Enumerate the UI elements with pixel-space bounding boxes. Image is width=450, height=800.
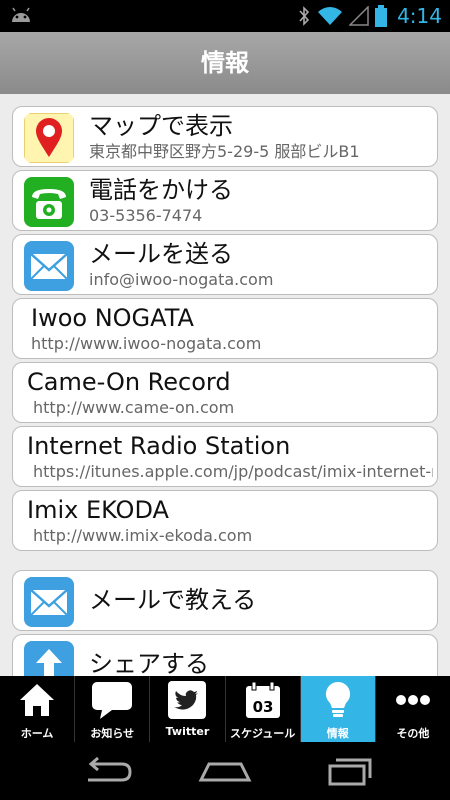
item-title: シェアする xyxy=(89,650,209,676)
item-subtitle: info@iwoo-nogata.com xyxy=(89,270,274,289)
status-bar: 4:14 xyxy=(0,0,450,32)
tab-more[interactable]: その他 xyxy=(376,676,450,742)
wifi-icon xyxy=(318,7,343,25)
item-title: メールで教える xyxy=(89,586,257,614)
tab-home[interactable]: ホーム xyxy=(0,676,76,742)
item-title: マップで表示 xyxy=(89,112,233,140)
tab-news[interactable]: お知らせ xyxy=(75,676,151,742)
item-title: メールを送る xyxy=(89,240,233,268)
mail-icon xyxy=(24,241,74,291)
item-subtitle: http://www.came-on.com xyxy=(33,398,235,417)
speech-bubble-icon xyxy=(90,680,134,720)
mail-icon xyxy=(24,577,74,627)
phone-icon xyxy=(24,177,74,227)
home-icon xyxy=(15,680,59,720)
bluetooth-icon xyxy=(299,6,310,26)
list-item-internet-radio[interactable]: Internet Radio Station https://itunes.ap… xyxy=(12,426,438,487)
list-item-share[interactable]: シェアする xyxy=(12,634,438,676)
map-pin-icon xyxy=(24,113,74,163)
item-subtitle: http://www.imix-ekoda.com xyxy=(33,526,253,545)
calendar-badge: 03 xyxy=(252,698,273,716)
recent-apps-icon[interactable] xyxy=(320,754,380,788)
action-bar: 情報 xyxy=(0,32,450,94)
item-title: Came-On Record xyxy=(27,368,231,396)
tab-label: その他 xyxy=(396,727,430,740)
tab-label: 情報 xyxy=(326,727,349,740)
lightbulb-icon xyxy=(316,680,360,720)
list-item-imix-ekoda[interactable]: Imix EKODA http://www.imix-ekoda.com xyxy=(12,490,438,551)
list-item-iwoo-nogata[interactable]: Iwoo NOGATA http://www.iwoo-nogata.com xyxy=(12,298,438,359)
item-title: Imix EKODA xyxy=(27,496,169,524)
status-clock: 4:14 xyxy=(397,4,442,28)
tab-label: スケジュール xyxy=(229,727,296,740)
item-title: Internet Radio Station xyxy=(27,432,291,460)
calendar-icon: 03 xyxy=(241,680,285,720)
list-item-map[interactable]: マップで表示 東京都中野区野方5-29-5 服部ビルB1 xyxy=(12,106,438,167)
tab-label: Twitter xyxy=(165,725,210,738)
item-subtitle: http://www.iwoo-nogata.com xyxy=(31,334,262,353)
tab-label: お知らせ xyxy=(90,727,135,740)
tab-schedule[interactable]: 03 スケジュール xyxy=(226,676,301,742)
item-title: 電話をかける xyxy=(89,176,233,204)
info-list[interactable]: マップで表示 東京都中野区野方5-29-5 服部ビルB1 電話をかける 03-5… xyxy=(0,94,450,676)
item-subtitle: 東京都中野区野方5-29-5 服部ビルB1 xyxy=(89,142,360,161)
list-item-mail[interactable]: メールを送る info@iwoo-nogata.com xyxy=(12,234,438,295)
list-item-phone[interactable]: 電話をかける 03-5356-7474 xyxy=(12,170,438,231)
list-item-tell-by-mail[interactable]: メールで教える xyxy=(12,570,438,631)
more-icon xyxy=(391,680,435,720)
item-subtitle: 03-5356-7474 xyxy=(89,206,203,225)
page-title: 情報 xyxy=(201,49,249,77)
battery-icon xyxy=(375,5,388,27)
tab-twitter[interactable]: Twitter xyxy=(150,676,226,742)
tab-label: ホーム xyxy=(20,727,54,740)
tab-bar: ホーム お知らせ Twitter 03 スケジュール 情報 その他 xyxy=(0,676,450,742)
tab-info[interactable]: 情報 xyxy=(300,676,376,742)
home-nav-icon[interactable] xyxy=(195,754,255,788)
android-icon xyxy=(12,7,30,22)
item-subtitle: https://itunes.apple.com/jp/podcast/imix… xyxy=(33,462,433,481)
item-title: Iwoo NOGATA xyxy=(31,304,194,332)
back-icon[interactable] xyxy=(78,754,138,788)
twitter-icon xyxy=(165,680,209,720)
list-item-came-on-record[interactable]: Came-On Record http://www.came-on.com xyxy=(12,362,438,423)
signal-icon xyxy=(349,6,369,26)
share-icon xyxy=(24,641,74,676)
navigation-bar xyxy=(0,742,450,800)
